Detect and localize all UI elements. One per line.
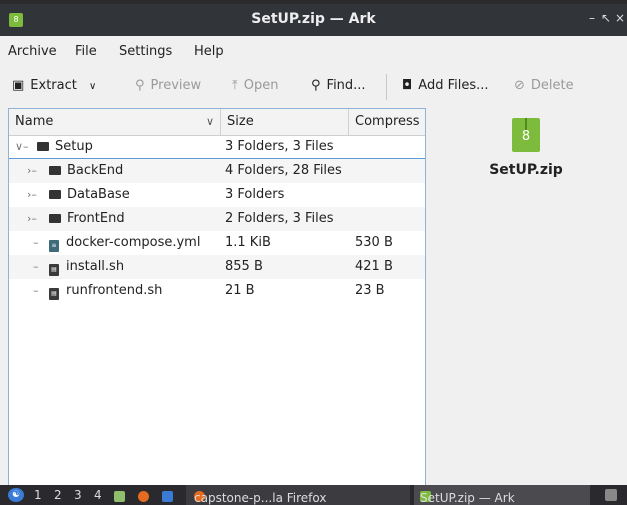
column-name-header[interactable]: Name ∨ xyxy=(9,109,221,135)
delete-button[interactable]: ⊘ Delete xyxy=(514,78,574,93)
text-file-icon: ≡ xyxy=(49,240,59,252)
chevron-down-icon[interactable]: ∨ xyxy=(89,81,96,92)
table-row[interactable]: – ▤ install.sh 855 B 421 B xyxy=(9,255,425,279)
tree-expand-icon[interactable]: ›– xyxy=(27,159,37,183)
tree-expand-icon[interactable]: ›– xyxy=(27,207,37,231)
tree-branch-line: – xyxy=(33,260,39,273)
no-entry-icon: ⊘ xyxy=(514,78,525,93)
desktop-2[interactable]: 2 xyxy=(54,488,62,502)
extract-button[interactable]: ▣ Extract ∨ xyxy=(12,78,96,93)
folder-icon xyxy=(49,190,61,199)
extract-icon: ▣ xyxy=(12,78,25,93)
taskbar-ark-task[interactable]: SetUP.zip — Ark xyxy=(414,485,590,505)
column-compressed-header[interactable]: Compress xyxy=(349,109,425,135)
menu-archive[interactable]: Archive xyxy=(8,44,57,59)
start-menu-icon[interactable]: ☯ xyxy=(8,488,24,502)
search-icon: ⚲ xyxy=(311,78,321,93)
tree-branch-line: – xyxy=(33,284,39,297)
table-row[interactable]: ›– FrontEnd 2 Folders, 3 Files xyxy=(9,207,425,231)
preview-button[interactable]: ⚲ Preview xyxy=(135,78,201,93)
menubar: Archive File Settings Help xyxy=(0,36,627,68)
add-file-icon: ◘ xyxy=(402,78,413,93)
shell-script-icon: ▤ xyxy=(49,288,59,300)
taskbar: ☯ 1 2 3 4 capstone-p...la Firefox SetUP.… xyxy=(0,485,627,505)
folder-icon xyxy=(49,166,61,175)
maximize-button[interactable]: ↖ xyxy=(601,11,611,25)
add-files-button[interactable]: ◘ Add Files... xyxy=(402,78,489,93)
desktop-4[interactable]: 4 xyxy=(94,488,102,502)
table-row[interactable]: – ▤ runfrontend.sh 21 B 23 B xyxy=(9,279,425,303)
tree-branch-line: – xyxy=(33,236,39,249)
archive-file-list[interactable]: Name ∨ Size Compress ∨– Setup 3 Folders,… xyxy=(8,108,426,486)
table-row[interactable]: ›– DataBase 3 Folders xyxy=(9,183,425,207)
taskbar-firefox-task[interactable]: capstone-p...la Firefox xyxy=(186,485,410,505)
column-size-header[interactable]: Size xyxy=(221,109,349,135)
tree-collapse-icon[interactable]: ∨– xyxy=(15,135,29,159)
table-row[interactable]: – ≡ docker-compose.yml 1.1 KiB 530 B xyxy=(9,231,425,255)
folder-icon xyxy=(37,142,49,151)
sort-chevron-icon: ∨ xyxy=(205,115,214,128)
open-button[interactable]: ⤒ Open xyxy=(232,78,278,93)
window-title: SetUP.zip — Ark xyxy=(251,11,376,27)
list-header: Name ∨ Size Compress xyxy=(9,109,425,136)
toolbar: ▣ Extract ∨ ⚲ Preview ⤒ Open ⚲ Find... ◘ Add … xyxy=(0,70,627,104)
menu-settings[interactable]: Settings xyxy=(119,44,172,59)
preview-filename: SetUP.zip xyxy=(489,162,563,178)
window-titlebar[interactable]: 8 SetUP.zip — Ark – ↖ × xyxy=(0,4,627,36)
desktop-3[interactable]: 3 xyxy=(74,488,82,502)
open-upload-icon: ⤒ xyxy=(232,78,238,93)
shell-script-icon: ▤ xyxy=(49,264,59,276)
magnifier-icon: ⚲ xyxy=(135,78,145,93)
close-button[interactable]: × xyxy=(615,11,625,25)
zip-archive-icon: 8 xyxy=(512,118,540,152)
system-tray-icon[interactable] xyxy=(605,489,617,501)
find-button[interactable]: ⚲ Find... xyxy=(311,78,366,93)
preview-pane: 8 SetUP.zip xyxy=(425,108,627,484)
table-row[interactable]: ›– BackEnd 4 Folders, 28 Files xyxy=(9,159,425,183)
menu-help[interactable]: Help xyxy=(194,44,224,59)
minimize-button[interactable]: – xyxy=(589,11,595,25)
tree-expand-icon[interactable]: ›– xyxy=(27,183,37,207)
desktop-1[interactable]: 1 xyxy=(34,488,42,502)
table-row[interactable]: ∨– Setup 3 Folders, 3 Files xyxy=(9,135,425,159)
toolbar-separator xyxy=(386,74,387,100)
folder-icon xyxy=(49,214,61,223)
menu-file[interactable]: File xyxy=(75,44,97,59)
